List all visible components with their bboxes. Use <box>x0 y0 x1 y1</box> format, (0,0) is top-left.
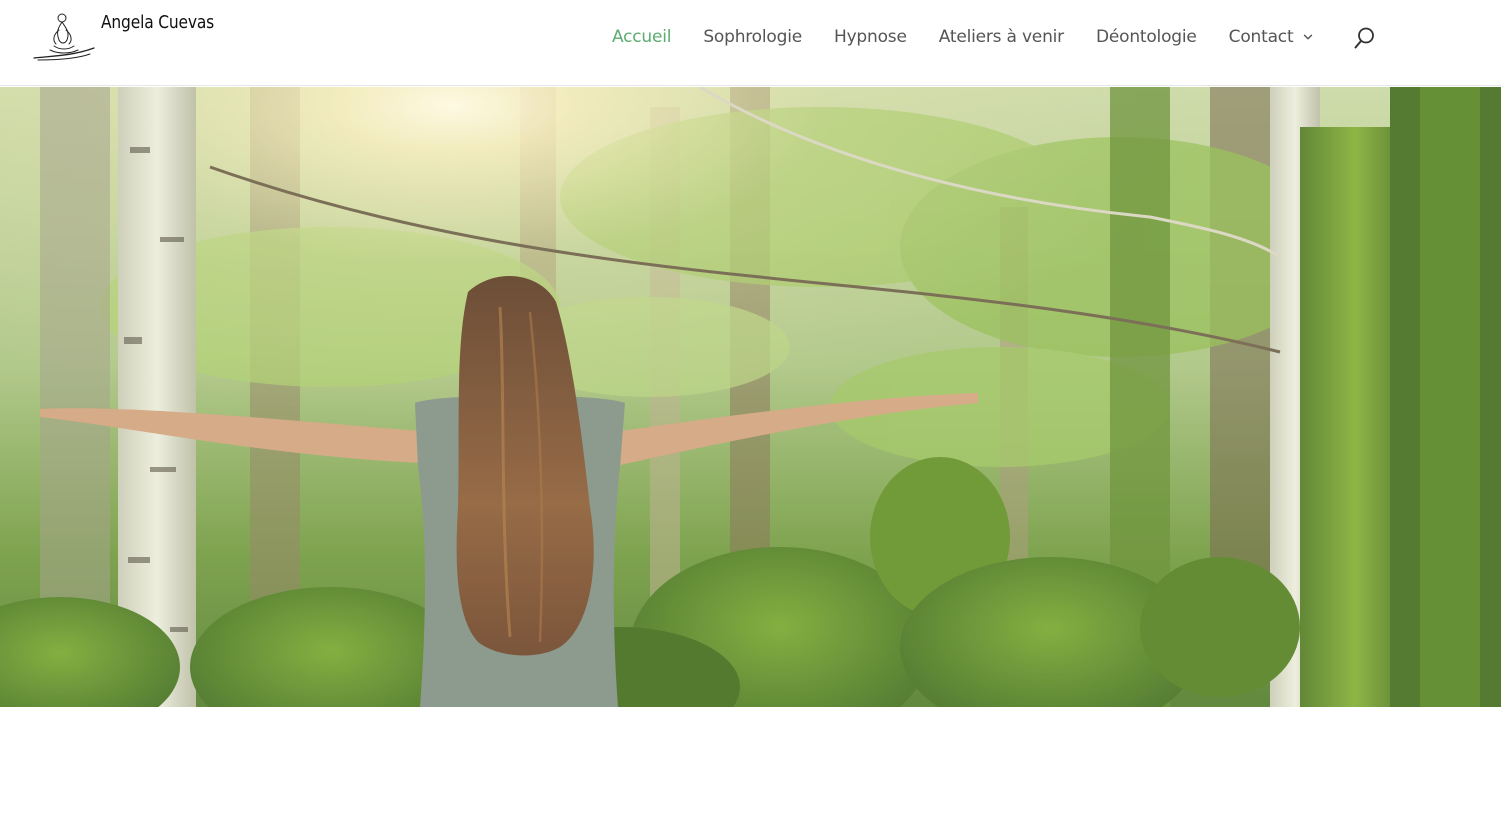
nav-item-hypnose[interactable]: Hypnose <box>834 27 907 47</box>
brand-name: Angela Cuevas <box>101 12 215 33</box>
search-icon[interactable] <box>1353 26 1377 50</box>
nav-item-sophrologie[interactable]: Sophrologie <box>703 27 802 47</box>
nav-item-accueil[interactable]: Accueil <box>612 27 672 47</box>
site-logo[interactable]: Angela Cuevas <box>32 10 222 64</box>
hero-image <box>0 87 1501 707</box>
nav-item-deontologie[interactable]: Déontologie <box>1096 27 1197 47</box>
site-header: Angela Cuevas Accueil Sophrologie Hypnos… <box>0 0 1501 86</box>
main-nav: Accueil Sophrologie Hypnose Ateliers à v… <box>612 24 1345 50</box>
meditating-figure-icon <box>33 13 95 61</box>
forest-woman-arms-open-image <box>0 87 1501 707</box>
chevron-down-icon <box>1304 34 1313 40</box>
nav-item-contact[interactable]: Contact <box>1229 27 1314 47</box>
nav-item-contact-label: Contact <box>1228 27 1294 47</box>
nav-item-ateliers[interactable]: Ateliers à venir <box>939 27 1064 47</box>
